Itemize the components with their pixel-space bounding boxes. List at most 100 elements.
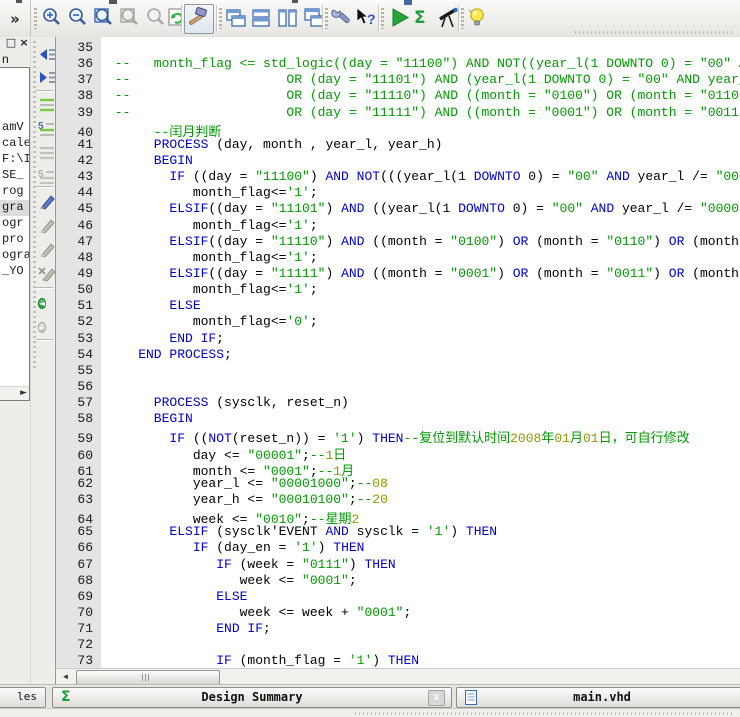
line-number: 57	[56, 395, 101, 410]
console-list-item[interactable]: pro	[0, 232, 29, 248]
editor-hscrollbar[interactable]: ◄	[55, 668, 740, 685]
console-list-item[interactable]: ogr	[0, 216, 29, 232]
tab-design-summary[interactable]: Σ Design Summary x	[52, 687, 452, 708]
code-line[interactable]: 62 year_l <= "00001000";--08	[56, 476, 740, 492]
code-line[interactable]: 37 -- OR (day = "11101") AND (year_l(1 D…	[56, 72, 740, 88]
tile-vertical-icon[interactable]	[276, 6, 300, 30]
zoom-in-icon[interactable]	[40, 6, 64, 30]
console-list-item[interactable]: cale	[0, 136, 29, 152]
code-line[interactable]: 56	[56, 379, 740, 395]
toolbar-grip[interactable]	[34, 8, 37, 29]
code-editor[interactable]: 3536 -- month_flag <= std_logic((day = "…	[55, 37, 740, 668]
panel-maximize-button[interactable]: □	[5, 37, 17, 49]
goto-next-icon[interactable]	[38, 69, 56, 87]
code-line[interactable]: 64 week <= "0010";--星期2	[56, 508, 740, 524]
code-line[interactable]: 72	[56, 637, 740, 653]
toolbar-grip[interactable]	[461, 8, 464, 29]
tab-close-button[interactable]: x	[428, 690, 445, 706]
scroll-left-arrow-icon[interactable]: ◄	[58, 670, 73, 683]
build-hammer-button-active[interactable]	[184, 4, 214, 34]
toolbar-overflow-button[interactable]: »	[2, 6, 28, 32]
code-line[interactable]: 67 IF (week = "0111") THEN	[56, 557, 740, 573]
settings-wrench-icon[interactable]	[330, 6, 354, 30]
console-list-item[interactable]: gra	[0, 200, 29, 216]
line-markers-gray-icon-disabled	[38, 144, 56, 162]
navigate-back-icon[interactable]: ◄	[38, 293, 56, 311]
zoom-out-icon[interactable]	[66, 6, 90, 30]
design-summary-sigma-icon[interactable]: Σ	[414, 8, 438, 32]
code-line[interactable]: 41 PROCESS (day, month , year_l, year_h)	[56, 137, 740, 153]
cascade-windows-icon[interactable]	[224, 6, 248, 30]
line-number: 68	[56, 573, 101, 588]
code-line[interactable]: 59 IF ((NOT(reset_n)) = '1') THEN--复位到默认…	[56, 427, 740, 443]
console-list-item[interactable]: SE_	[0, 168, 29, 184]
code-line[interactable]: 49 ELSIF((day = "11111") AND ((month = "…	[56, 266, 740, 282]
code-text: month_flag<='1';	[101, 250, 318, 265]
code-line[interactable]: 39 -- OR (day = "11111") AND ((month = "…	[56, 105, 740, 121]
code-line[interactable]: 38 -- OR (day = "11110") AND ((month = "…	[56, 88, 740, 104]
goto-line-5-icon[interactable]: 5	[38, 120, 56, 138]
code-line[interactable]: 50 month_flag<='1';	[56, 282, 740, 298]
code-line[interactable]: 35	[56, 40, 740, 56]
code-line[interactable]: 45 ELSIF((day = "11101") AND ((year_l(1 …	[56, 201, 740, 217]
console-list-item[interactable]: ogra	[0, 248, 29, 264]
line-number: 37	[56, 72, 101, 87]
code-line[interactable]: 68 week <= "0001";	[56, 573, 740, 589]
code-line[interactable]: 44 month_flag<='1';	[56, 185, 740, 201]
tile-horizontal-icon[interactable]	[250, 6, 274, 30]
panel-close-button[interactable]: ×	[18, 37, 30, 49]
code-text: -- OR (day = "11110") AND ((month = "010…	[101, 88, 740, 103]
line-number: 43	[56, 169, 101, 184]
goto-previous-icon[interactable]	[38, 46, 56, 64]
code-line[interactable]: 71 END IF;	[56, 621, 740, 637]
console-list-item[interactable]: _YO	[0, 264, 29, 280]
line-number: 56	[56, 379, 101, 394]
run-icon[interactable]	[388, 6, 412, 30]
code-line[interactable]: 63 year_h <= "00010100";--20	[56, 492, 740, 508]
console-list[interactable]: amVcaleF:\ISSE_roggraogrproogra_YO ►	[0, 67, 30, 401]
code-line[interactable]: 54 END PROCESS;	[56, 347, 740, 363]
console-list-item[interactable]: rog	[0, 184, 29, 200]
tab-label: Design Summary	[53, 690, 451, 704]
toolbar-separator	[322, 5, 324, 32]
code-line[interactable]: 58 BEGIN	[56, 411, 740, 427]
code-line[interactable]: 51 ELSE	[56, 298, 740, 314]
code-line[interactable]: 43 IF ((day = "11100") AND NOT(((year_l(…	[56, 169, 740, 185]
code-line[interactable]: 57 PROCESS (sysclk, reset_n)	[56, 395, 740, 411]
editor-side-toolbar: 5 5 ◄ ►	[30, 37, 56, 717]
code-line[interactable]: 66 IF (day_en = '1') THEN	[56, 540, 740, 556]
hscrollbar-thumb[interactable]	[76, 670, 220, 685]
code-line[interactable]: 47 ELSIF((day = "11110") AND ((month = "…	[56, 234, 740, 250]
toolbar-grip[interactable]	[381, 8, 384, 29]
tab-partial-clipped[interactable]: les	[0, 687, 46, 708]
code-line[interactable]: 46 month_flag<='1';	[56, 218, 740, 234]
toolbar-grip[interactable]	[325, 8, 328, 29]
code-line[interactable]: 53 END IF;	[56, 331, 740, 347]
code-line[interactable]: 73 IF (month_flag = '1') THEN	[56, 653, 740, 668]
show-hints-lightbulb-icon[interactable]	[466, 6, 490, 30]
code-line[interactable]: 52 month_flag<='0';	[56, 314, 740, 330]
code-line[interactable]: 36 -- month_flag <= std_logic((day = "11…	[56, 56, 740, 72]
code-line[interactable]: 40 --闰月判断	[56, 121, 740, 137]
code-line[interactable]: 61 month <= "0001";--1月	[56, 460, 740, 476]
code-line[interactable]: 48 month_flag<='1';	[56, 250, 740, 266]
code-line[interactable]: 70 week <= week + "0001";	[56, 605, 740, 621]
console-list-item[interactable]: amV	[0, 120, 29, 136]
code-line[interactable]: 65 ELSIF (sysclk'EVENT AND sysclk = '1')…	[56, 524, 740, 540]
zoom-full-view-icon[interactable]	[92, 6, 116, 30]
whats-this-help-icon[interactable]: ?	[354, 6, 378, 30]
code-line[interactable]: 42 BEGIN	[56, 153, 740, 169]
scroll-right-arrow-icon[interactable]: ►	[20, 388, 27, 398]
code-text: -- OR (day = "11101") AND (year_l(1 DOWN…	[101, 72, 740, 87]
tab-main-vhd[interactable]: main.vhd	[456, 687, 740, 708]
code-line[interactable]: 69 ELSE	[56, 589, 740, 605]
code-line[interactable]: 55	[56, 363, 740, 379]
toolbar-grip[interactable]	[219, 8, 222, 29]
console-hscrollbar[interactable]: ►	[0, 386, 29, 400]
line-markers-green-icon[interactable]	[38, 96, 56, 114]
console-list-item[interactable]: F:\IS	[0, 152, 29, 168]
analyze-telescope-icon[interactable]	[436, 6, 460, 30]
code-text: BEGIN	[101, 153, 193, 168]
bookmark-blue-icon[interactable]	[38, 193, 56, 211]
line-number: 35	[56, 40, 101, 55]
